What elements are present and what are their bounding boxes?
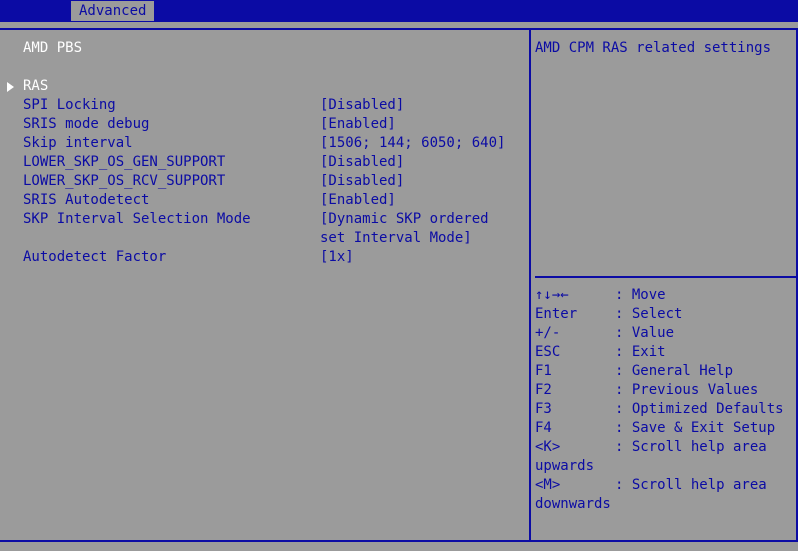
tab-advanced[interactable]: Advanced bbox=[71, 1, 155, 21]
key-hint-select-key: Enter bbox=[535, 306, 578, 322]
menu-item-ras[interactable]: RAS bbox=[23, 77, 48, 96]
setting-value-spi-locking[interactable]: [Disabled] bbox=[320, 96, 404, 115]
key-hint-scroll-up-key: <K> bbox=[535, 439, 561, 455]
help-divider bbox=[535, 276, 796, 278]
setting-label-sris-autodetect[interactable]: SRIS Autodetect bbox=[23, 191, 149, 210]
key-hint-scroll-down-desc-line2: downwards bbox=[535, 496, 611, 512]
setting-value-lower-skp-os-gen-support[interactable]: [Disabled] bbox=[320, 153, 404, 172]
key-hint-value-key: +/- bbox=[535, 325, 561, 341]
setting-value-lower-skp-os-rcv-support[interactable]: [Disabled] bbox=[320, 172, 404, 191]
key-hint-value-desc: : Value bbox=[615, 325, 675, 341]
page-title: AMD PBS bbox=[23, 40, 83, 56]
setting-label-sris-mode-debug[interactable]: SRIS mode debug bbox=[23, 115, 149, 134]
setting-value-skip-interval[interactable]: [1506; 144; 6050; 640] bbox=[320, 134, 505, 153]
help-text: AMD CPM RAS related settings bbox=[535, 40, 772, 56]
key-hint-f2-key: F2 bbox=[535, 382, 552, 398]
key-hint-scroll-up-desc-line2: upwards bbox=[535, 458, 595, 474]
top-tab-bar: Advanced bbox=[0, 0, 798, 22]
key-hint-exit-desc: : Exit bbox=[615, 344, 666, 360]
setting-label-skp-interval-selection-mode[interactable]: SKP Interval Selection Mode bbox=[23, 210, 251, 229]
key-hint-f3-key: F3 bbox=[535, 401, 552, 417]
setting-label-lower-skp-os-gen-support[interactable]: LOWER_SKP_OS_GEN_SUPPORT bbox=[23, 153, 225, 172]
bios-screen: Advanced AMD PBS RAS SPI Locking [Disabl… bbox=[0, 0, 798, 551]
setting-value-autodetect-factor[interactable]: [1x] bbox=[320, 248, 354, 267]
key-hint-f1-key: F1 bbox=[535, 363, 552, 379]
key-hint-f4-key: F4 bbox=[535, 420, 552, 436]
panel-divider bbox=[529, 28, 531, 542]
setting-label-skip-interval[interactable]: Skip interval bbox=[23, 134, 133, 153]
setting-value-sris-autodetect[interactable]: [Enabled] bbox=[320, 191, 396, 210]
key-hint-move-key: ↑↓→← bbox=[535, 287, 569, 303]
key-hint-scroll-down-key: <M> bbox=[535, 477, 561, 493]
setting-value-skp-interval-selection-mode[interactable]: [Dynamic SKP ordered bbox=[320, 210, 489, 229]
selection-arrow-icon bbox=[7, 82, 14, 92]
key-hint-move-desc: : Move bbox=[615, 287, 666, 303]
key-hint-scroll-down-desc: : Scroll help area bbox=[615, 477, 767, 493]
key-hint-f2-desc: : Previous Values bbox=[615, 382, 759, 398]
key-hint-select-desc: : Select bbox=[615, 306, 683, 322]
frame-bottom-border bbox=[0, 540, 798, 542]
frame-top-border bbox=[0, 28, 798, 30]
key-hint-f4-desc: : Save & Exit Setup bbox=[615, 420, 776, 436]
setting-label-autodetect-factor[interactable]: Autodetect Factor bbox=[23, 248, 166, 267]
key-hint-f3-desc: : Optimized Defaults bbox=[615, 401, 784, 417]
key-hint-exit-key: ESC bbox=[535, 344, 561, 360]
setting-value-sris-mode-debug[interactable]: [Enabled] bbox=[320, 115, 396, 134]
setting-label-lower-skp-os-rcv-support[interactable]: LOWER_SKP_OS_RCV_SUPPORT bbox=[23, 172, 225, 191]
setting-label-spi-locking[interactable]: SPI Locking bbox=[23, 96, 116, 115]
key-hint-scroll-up-desc: : Scroll help area bbox=[615, 439, 767, 455]
setting-value-skp-interval-selection-mode-line2[interactable]: set Interval Mode] bbox=[320, 229, 472, 248]
key-hint-f1-desc: : General Help bbox=[615, 363, 734, 379]
